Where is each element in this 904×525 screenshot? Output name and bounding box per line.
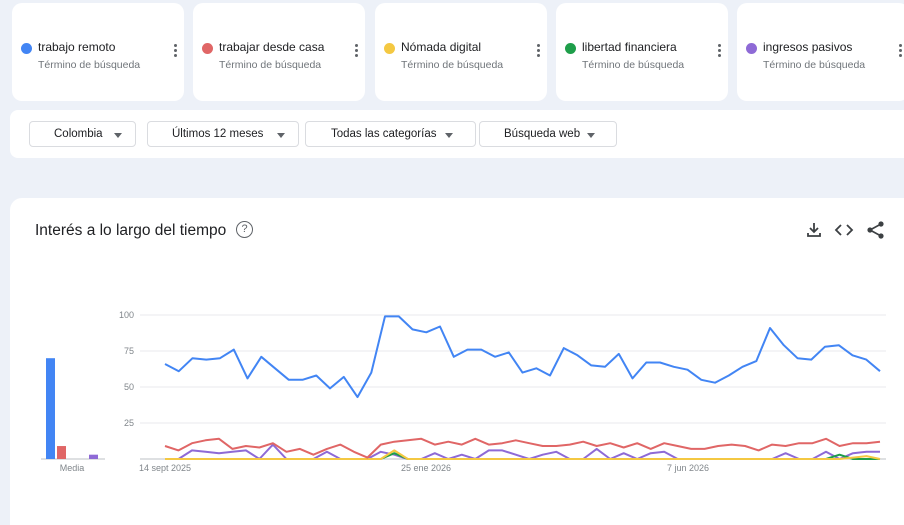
- term-card[interactable]: Nómada digital Término de búsqueda: [375, 3, 547, 101]
- term-card[interactable]: libertad financiera Término de búsqueda: [556, 3, 728, 101]
- average-bar: [46, 358, 55, 459]
- filter-category[interactable]: Todas las categorías: [305, 121, 476, 147]
- series-line: [165, 443, 880, 460]
- term-name: trabajar desde casa: [219, 40, 325, 54]
- filters-bar: Colombia Últimos 12 meses Todas las cate…: [10, 110, 904, 158]
- term-name: Nómada digital: [401, 40, 482, 54]
- term-subtitle: Término de búsqueda: [38, 59, 141, 71]
- term-subtitle: Término de búsqueda: [582, 59, 685, 71]
- term-subtitle: Término de búsqueda: [219, 59, 322, 71]
- term-subtitle: Término de búsqueda: [401, 59, 504, 71]
- term-card[interactable]: trabajar desde casa Término de búsqueda: [193, 3, 365, 101]
- chevron-down-icon: [114, 133, 122, 138]
- more-vert-icon[interactable]: [533, 43, 545, 59]
- term-name: trabajo remoto: [38, 40, 116, 54]
- average-bar: [57, 446, 66, 459]
- term-subtitle: Término de búsqueda: [763, 59, 866, 71]
- term-color-dot: [565, 43, 576, 54]
- series-line: [164, 437, 881, 459]
- y-tick-label: 75: [124, 346, 134, 356]
- filter-search-type[interactable]: Búsqueda web: [479, 121, 617, 147]
- term-color-dot: [202, 43, 213, 54]
- chevron-down-icon: [277, 133, 285, 138]
- filter-search-type-label: Búsqueda web: [504, 128, 581, 140]
- term-card[interactable]: trabajo remoto Término de búsqueda: [12, 3, 184, 101]
- search-terms-bar: trabajo remoto Término de búsqueda trabaja…: [0, 0, 904, 104]
- filter-category-label: Todas las categorías: [331, 128, 437, 140]
- charts-area: Media 25 50 75 100 14 sept 2025 25 ene 2026 7 j…: [41, 310, 886, 473]
- x-tick-label: 7 jun 2026: [667, 463, 709, 473]
- term-color-dot: [384, 43, 395, 54]
- term-color-dot: [21, 43, 32, 54]
- more-vert-icon[interactable]: [170, 43, 182, 59]
- series-line: [164, 315, 881, 399]
- chevron-down-icon: [445, 133, 453, 138]
- filter-time-range-label: Últimos 12 meses: [172, 128, 264, 140]
- filter-time-range[interactable]: Últimos 12 meses: [147, 121, 299, 147]
- filter-region[interactable]: Colombia: [29, 121, 136, 147]
- y-tick-label: 50: [124, 382, 134, 392]
- term-color-dot: [746, 43, 757, 54]
- average-bar: [89, 454, 98, 459]
- term-card[interactable]: ingresos pasivos Término de búsqueda: [737, 3, 904, 101]
- average-category-label: Media: [60, 463, 85, 473]
- more-vert-icon[interactable]: [351, 43, 363, 59]
- term-name: ingresos pasivos: [763, 40, 853, 54]
- x-tick-label: 14 sept 2025: [139, 463, 191, 473]
- more-vert-icon[interactable]: [895, 43, 904, 59]
- more-vert-icon[interactable]: [714, 43, 726, 59]
- interest-over-time-panel: Interés a lo largo del tiempo ? Media 25 5…: [10, 198, 904, 525]
- term-name: libertad financiera: [582, 40, 677, 54]
- chevron-down-icon: [587, 133, 595, 138]
- y-tick-label: 25: [124, 418, 134, 428]
- x-tick-label: 25 ene 2026: [401, 463, 451, 473]
- y-tick-label: 100: [119, 310, 134, 320]
- filter-region-label: Colombia: [54, 128, 103, 140]
